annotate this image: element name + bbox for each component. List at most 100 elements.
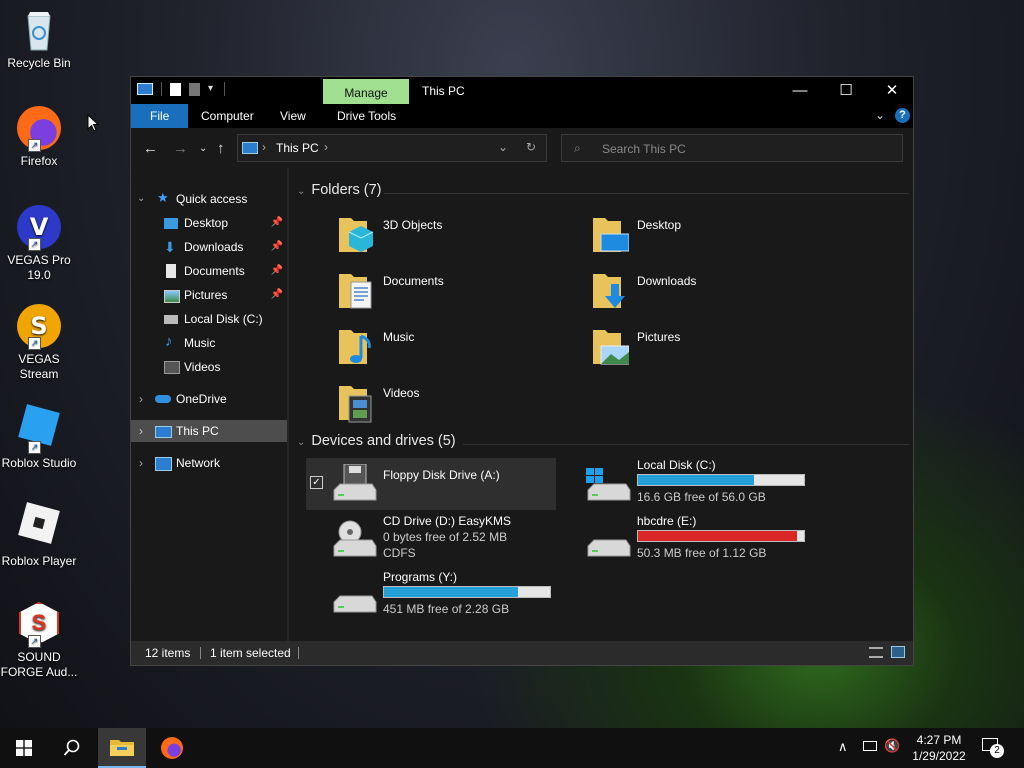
desktop-icon-label: Firefox <box>20 154 58 168</box>
address-dropdown-icon[interactable]: ⌄ <box>498 140 508 154</box>
details-view-icon[interactable] <box>869 647 883 658</box>
address-row: ← → ⌄ ↑ › This PC › ⌄ ↻ ⌕ Search This PC <box>131 128 913 168</box>
nav-documents[interactable]: Documents 📌 <box>131 260 287 282</box>
this-pc-icon[interactable] <box>137 83 153 95</box>
drive-cd-d[interactable]: CD Drive (D:) EasyKMS 0 bytes free of 2.… <box>306 514 556 566</box>
pin-icon[interactable]: 📌 <box>271 284 283 306</box>
folder-music[interactable]: Music <box>337 324 577 374</box>
close-button[interactable]: ✕ <box>869 77 915 104</box>
desktop-icon <box>164 218 178 229</box>
local-disk-icon <box>164 315 178 324</box>
taskbar-file-explorer[interactable] <box>98 728 146 768</box>
desktop-icon-roblox-studio[interactable]: ↗ Roblox Studio <box>0 404 78 471</box>
volume-muted-icon[interactable]: 🔇 <box>884 738 900 754</box>
nav-pictures[interactable]: Pictures 📌 <box>131 284 287 306</box>
nav-music[interactable]: ♪ Music <box>131 332 287 354</box>
nav-quick-access[interactable]: ⌄ ★ Quick access <box>131 188 287 210</box>
pin-icon[interactable]: 📌 <box>271 236 283 258</box>
folder-pictures[interactable]: Pictures <box>591 324 831 374</box>
forward-button[interactable]: → <box>173 140 188 157</box>
back-button[interactable]: ← <box>143 140 158 157</box>
refresh-icon[interactable]: ↻ <box>526 140 536 154</box>
shortcut-arrow-icon: ↗ <box>28 139 41 152</box>
search-icon <box>63 739 80 756</box>
customize-toolbar-icon[interactable]: ▾ <box>208 82 216 96</box>
new-folder-icon[interactable] <box>189 82 200 96</box>
nav-local-disk-c[interactable]: Local Disk (C:) <box>131 308 287 330</box>
start-button[interactable] <box>0 728 48 768</box>
desktop-icon-firefox[interactable]: ↗ Firefox <box>0 106 78 169</box>
action-center-button[interactable]: 2 <box>982 738 1004 758</box>
taskbar-firefox[interactable] <box>148 728 196 768</box>
downloads-icon: ⬇ <box>164 239 176 255</box>
item-count: 12 items <box>145 646 191 660</box>
pin-icon[interactable]: 📌 <box>271 260 283 282</box>
group-header-devices[interactable]: ⌄ Devices and drives (5) <box>297 433 456 449</box>
tab-file[interactable]: File <box>131 104 189 128</box>
drive-local-disk-c[interactable]: Local Disk (C:) 16.6 GB free of 56.0 GB <box>560 458 810 510</box>
folder-documents[interactable]: Documents <box>337 268 577 318</box>
desktop-icon-label: Roblox Studio <box>1 456 77 470</box>
chevron-down-icon: ⌄ <box>297 186 306 197</box>
tab-view[interactable]: View <box>268 104 318 128</box>
search-input[interactable]: ⌕ Search This PC <box>561 134 903 162</box>
drive-programs-y[interactable]: Programs (Y:) 451 MB free of 2.28 GB <box>306 570 556 622</box>
this-pc-icon <box>155 426 172 438</box>
search-button[interactable] <box>48 728 96 768</box>
windows-drive-icon <box>586 464 632 504</box>
tab-computer[interactable]: Computer <box>189 104 266 128</box>
taskbar: ∧ 🔇 4:27 PM 1/29/2022 2 <box>0 728 1024 768</box>
removable-drive-icon <box>586 520 632 560</box>
breadcrumb-this-pc[interactable]: This PC <box>276 141 319 155</box>
desktop-icon-label: Roblox Player <box>1 554 77 568</box>
desktop-icon-roblox-player[interactable]: Roblox Player <box>0 502 78 569</box>
folder-icon <box>110 740 134 756</box>
desktop-icon-label: Recycle Bin <box>7 56 71 70</box>
maximize-button[interactable]: ☐ <box>823 77 869 104</box>
drive-floppy-a[interactable]: ✓ Floppy Disk Drive (A:) <box>306 458 556 510</box>
up-button[interactable]: ↑ <box>217 140 225 157</box>
firefox-icon <box>161 737 183 759</box>
folder-videos[interactable]: Videos <box>337 380 577 430</box>
search-icon: ⌕ <box>574 141 581 155</box>
title-bar[interactable]: ▾ Manage This PC — ☐ ✕ <box>131 77 913 104</box>
tab-drive-tools[interactable]: Drive Tools <box>325 104 408 128</box>
windows-logo-icon <box>16 740 32 756</box>
nav-this-pc[interactable]: › This PC <box>131 420 287 442</box>
large-icons-view-icon[interactable] <box>891 646 905 658</box>
desktop-icon-vegas-pro[interactable]: V ↗ VEGAS Pro 19.0 <box>0 205 78 283</box>
nav-network[interactable]: › Network <box>131 452 287 474</box>
desktop-icon-vegas-stream[interactable]: S ↗ VEGAS Stream <box>0 304 78 382</box>
network-tray-icon[interactable] <box>863 741 877 751</box>
selection-checkbox[interactable]: ✓ <box>310 476 323 489</box>
group-header-folders[interactable]: ⌄ Folders (7) <box>297 182 382 198</box>
recent-locations-button[interactable]: ⌄ <box>199 143 207 154</box>
drive-usage-bar <box>637 530 805 542</box>
folder-3d-objects[interactable]: 3D Objects <box>337 212 577 262</box>
desktop-icon-recycle-bin[interactable]: Recycle Bin <box>0 8 78 71</box>
removable-drive-icon <box>332 576 378 616</box>
manage-tab[interactable]: Manage <box>323 79 409 104</box>
drive-usage-fill <box>638 475 755 485</box>
folder-downloads[interactable]: Downloads <box>591 268 831 318</box>
selected-count: 1 item selected <box>210 646 291 660</box>
show-hidden-icons-icon[interactable]: ∧ <box>838 739 848 755</box>
nav-desktop[interactable]: Desktop 📌 <box>131 212 287 234</box>
desktop-icon-sound-forge[interactable]: S ↗ SOUND FORGE Aud... <box>0 602 78 680</box>
clock[interactable]: 4:27 PM 1/29/2022 <box>906 732 972 764</box>
address-bar[interactable]: › This PC › ⌄ ↻ <box>237 134 547 162</box>
drive-usage-fill <box>638 531 798 541</box>
properties-icon[interactable] <box>170 82 181 96</box>
nav-downloads[interactable]: ⬇ Downloads 📌 <box>131 236 287 258</box>
nav-videos[interactable]: Videos <box>131 356 287 378</box>
folder-desktop[interactable]: Desktop <box>591 212 831 262</box>
pin-icon[interactable]: 📌 <box>271 212 283 234</box>
help-icon[interactable]: ? <box>895 108 910 123</box>
separator <box>161 82 162 96</box>
drive-hbcdre-e[interactable]: hbcdre (E:) 50.3 MB free of 1.12 GB <box>560 514 810 566</box>
expand-ribbon-icon[interactable]: ⌄ <box>875 108 885 122</box>
drive-usage-bar <box>383 586 551 598</box>
separator <box>200 647 201 659</box>
minimize-button[interactable]: — <box>777 77 823 104</box>
nav-onedrive[interactable]: › OneDrive <box>131 388 287 410</box>
